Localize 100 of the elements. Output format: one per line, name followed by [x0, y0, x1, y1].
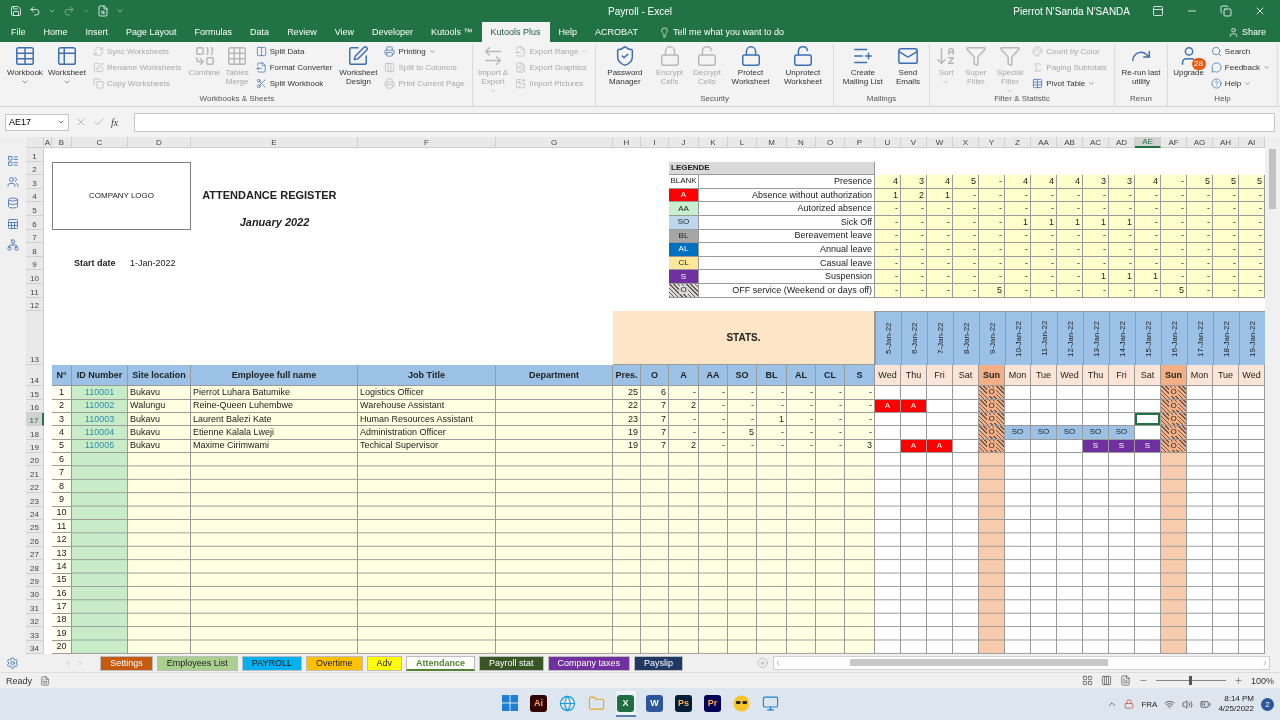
row-header[interactable]: 23: [26, 493, 44, 507]
ribbon-tab[interactable]: ACROBAT: [586, 22, 647, 42]
ribbon-tab[interactable]: Formulas: [185, 22, 242, 42]
ribbon-button[interactable]: Workbook: [5, 44, 45, 88]
ribbon-tab[interactable]: Kutools ™: [422, 22, 482, 42]
column-header[interactable]: AF: [1161, 137, 1187, 148]
taskbar-button[interactable]: W: [644, 691, 665, 717]
column-header[interactable]: G: [496, 137, 613, 148]
row-header[interactable]: 28: [26, 560, 44, 574]
row-header[interactable]: 18: [26, 426, 44, 440]
day-code[interactable]: SO: [1031, 426, 1057, 440]
column-header[interactable]: AA: [1031, 137, 1057, 148]
column-header[interactable]: X: [953, 137, 979, 148]
column-header[interactable]: AB: [1057, 137, 1083, 148]
ribbon-button[interactable]: Printing: [382, 44, 467, 59]
row-header[interactable]: 5: [26, 202, 44, 216]
sheet-tab[interactable]: Company taxes: [547, 655, 631, 671]
column-header[interactable]: H: [613, 137, 641, 148]
ribbon-button[interactable]: Split Workbook: [253, 76, 335, 91]
column-header[interactable]: V: [901, 137, 927, 148]
row-header[interactable]: 1: [26, 148, 44, 162]
column-header[interactable]: L: [728, 137, 757, 148]
sheet-tab[interactable]: Overtime: [306, 655, 363, 671]
column-header[interactable]: AE: [1135, 137, 1161, 148]
day-code[interactable]: SO: [1057, 426, 1083, 440]
sheet-tab[interactable]: Adv: [366, 655, 403, 671]
taskbar-button[interactable]: Ai: [528, 691, 549, 717]
row-header[interactable]: 15: [26, 386, 44, 400]
ribbon-tab[interactable]: Help: [549, 22, 587, 42]
column-header[interactable]: K: [699, 137, 728, 148]
ribbon-tab[interactable]: Review: [278, 22, 326, 42]
zoom-level[interactable]: 100%: [1250, 675, 1274, 686]
row-header[interactable]: 20: [26, 453, 44, 467]
ribbon-button[interactable]: Format Converter: [253, 60, 335, 75]
row-header[interactable]: 8: [26, 243, 44, 257]
column-header[interactable]: AD: [1109, 137, 1135, 148]
ribbon-tab[interactable]: Data: [241, 22, 279, 42]
ribbon-button[interactable]: Help: [1208, 76, 1272, 91]
row-header[interactable]: 10: [26, 270, 44, 284]
ribbon-tab[interactable]: Developer: [363, 22, 423, 42]
app-icon[interactable]: Ai: [530, 694, 547, 712]
clock-time[interactable]: 8:14 PM: [1224, 693, 1254, 704]
app-icon[interactable]: X: [617, 694, 634, 712]
column-header[interactable]: I: [641, 137, 669, 148]
column-header[interactable]: P: [845, 137, 875, 148]
insert-function-button[interactable]: fx: [111, 116, 119, 128]
ribbon-button[interactable]: Worksheet Design: [337, 44, 380, 88]
column-header[interactable]: M: [757, 137, 787, 148]
ribbon-button[interactable]: Send Emails: [889, 44, 927, 88]
row-header[interactable]: 26: [26, 533, 44, 547]
column-header[interactable]: E: [191, 137, 358, 148]
language-indicator[interactable]: FRA: [1141, 699, 1158, 709]
column-header[interactable]: U: [875, 137, 901, 148]
ribbon-button[interactable]: Re-run last utility: [1117, 44, 1165, 88]
column-header[interactable]: C: [72, 137, 128, 148]
column-header[interactable]: W: [927, 137, 953, 148]
column-header[interactable]: F: [358, 137, 496, 148]
ribbon-button[interactable]: 28 Upgrade: [1171, 44, 1206, 79]
app-icon[interactable]: W: [646, 694, 663, 712]
column-header[interactable]: AH: [1213, 137, 1239, 148]
app-icon[interactable]: Pr: [704, 694, 721, 712]
ribbon-tab[interactable]: Home: [34, 22, 77, 42]
day-code[interactable]: O: [1161, 386, 1187, 400]
column-header[interactable]: D: [128, 137, 191, 148]
ribbon-button[interactable]: Split Data: [253, 44, 335, 59]
column-header[interactable]: O: [816, 137, 845, 148]
app-icon[interactable]: Ps: [675, 694, 692, 712]
row-header[interactable]: 3: [26, 175, 44, 189]
sheet-tab[interactable]: Attendance: [406, 655, 476, 671]
sheet-tab[interactable]: Settings: [100, 655, 153, 671]
user-name[interactable]: Pierrot N'Sanda N'SANDA: [1013, 5, 1130, 17]
row-header[interactable]: 25: [26, 520, 44, 534]
day-code[interactable]: SO: [1083, 426, 1109, 440]
share-button[interactable]: Share: [1221, 22, 1272, 42]
day-code[interactable]: SO: [1109, 426, 1135, 440]
ribbon-button[interactable]: Create Mailing List: [836, 44, 889, 88]
sheet-tab[interactable]: Employees List: [156, 655, 238, 671]
day-code[interactable]: O: [1161, 426, 1187, 440]
column-header[interactable]: J: [669, 137, 699, 148]
row-header[interactable]: 14: [26, 365, 44, 387]
clock-date[interactable]: 4/25/2022: [1218, 704, 1254, 715]
taskbar-button[interactable]: X: [615, 691, 636, 717]
name-box[interactable]: AE17: [5, 113, 69, 131]
ribbon-tab[interactable]: File: [2, 22, 35, 42]
ribbon-tab[interactable]: Page Layout: [117, 22, 186, 42]
ribbon-button[interactable]: Protect Worksheet: [726, 44, 775, 88]
row-header[interactable]: 33: [26, 627, 44, 641]
ribbon-tab[interactable]: Insert: [76, 22, 118, 42]
column-header[interactable]: Y: [979, 137, 1005, 148]
day-code[interactable]: O: [979, 426, 1005, 440]
ribbon-tab[interactable]: Kutools Plus: [481, 22, 550, 42]
taskbar-button[interactable]: Pr: [702, 691, 723, 717]
ribbon-button[interactable]: Pivot Table: [1030, 76, 1109, 91]
day-code[interactable]: O: [979, 386, 1005, 400]
row-header[interactable]: 13: [26, 311, 44, 366]
taskbar-button[interactable]: Ps: [673, 691, 694, 717]
day-code[interactable]: SO: [1005, 426, 1031, 440]
ribbon-tab[interactable]: View: [325, 22, 363, 42]
column-header[interactable]: N: [787, 137, 816, 148]
row-header[interactable]: 31: [26, 600, 44, 614]
